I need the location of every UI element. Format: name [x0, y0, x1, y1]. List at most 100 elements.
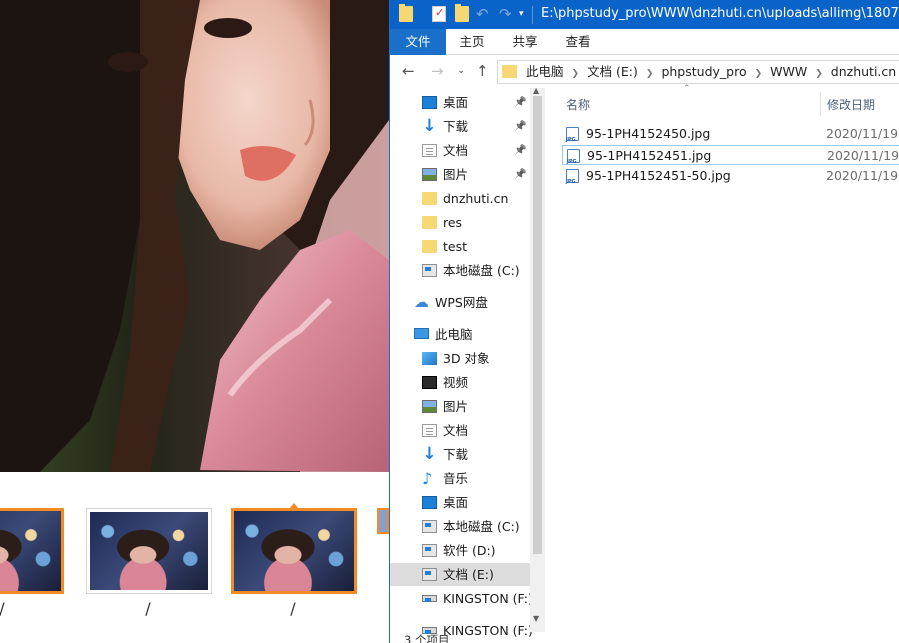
nav-item[interactable]: 此电脑	[390, 323, 530, 346]
download-icon: ↓	[422, 444, 437, 464]
chevron-right-icon[interactable]: ❯	[807, 69, 831, 79]
file-list-pane: 名称 ⌃ 修改日期 95-1PH4152450.jpg2020/11/19 19…	[545, 84, 899, 643]
nav-item[interactable]: 桌面 📌	[390, 91, 530, 114]
file-name: 95-1PH4152451-50.jpg	[586, 168, 731, 183]
window-title: E:\phpstudy_pro\WWW\dnzhuti.cn\uploads\a…	[541, 6, 899, 21]
file-name: 95-1PH4152450.jpg	[586, 126, 711, 141]
nav-item[interactable]: 文档 📌	[390, 139, 530, 162]
gallery-thumbnail[interactable]	[86, 508, 212, 594]
pin-icon[interactable]: 📌	[514, 139, 526, 162]
nav-item[interactable]: 本地磁盘 (C:)	[390, 515, 530, 538]
column-divider[interactable]	[820, 92, 821, 116]
nav-item-label: 音乐	[443, 471, 469, 486]
gallery-thumbnail-partial[interactable]	[377, 508, 389, 534]
address-path-field[interactable]: 此电脑 ❯ 文档 (E:) ❯ phpstudy_pro ❯ WWW ❯ dnzhuti.cn	[497, 60, 899, 84]
jpg-file-icon	[566, 127, 579, 150]
document-icon	[422, 424, 437, 437]
folder-icon	[422, 240, 437, 253]
breadcrumb-item[interactable]: phpstudy_pro	[661, 64, 746, 79]
picture-icon	[422, 400, 437, 413]
pin-icon[interactable]: 📌	[514, 163, 526, 186]
up-arrow-icon[interactable]: ↑	[476, 62, 489, 80]
gallery-thumbnail[interactable]	[0, 508, 64, 594]
jpg-file-icon	[567, 149, 580, 172]
breadcrumb: 此电脑 ❯ 文档 (E:) ❯ phpstudy_pro ❯ WWW ❯ dnzhuti.cn	[526, 61, 896, 83]
column-header-name[interactable]: 名称	[566, 96, 590, 113]
breadcrumb-item[interactable]: WWW	[770, 64, 807, 79]
desktop-icon	[422, 496, 437, 509]
nav-item-label: 桌面	[443, 95, 469, 110]
nav-item[interactable]: 本地磁盘 (C:)	[390, 259, 530, 282]
scrollbar-thumb[interactable]	[533, 96, 542, 554]
file-row[interactable]: 95-1PH4152451.jpg 2020/11/19 1	[562, 145, 899, 172]
redo-icon[interactable]: ↷	[499, 6, 513, 22]
gallery-thumbnail-selected[interactable]	[231, 508, 357, 594]
column-header-date[interactable]: 修改日期	[827, 96, 875, 113]
drive-icon	[422, 544, 437, 557]
nav-item[interactable]: 文档 (E:)	[390, 563, 530, 586]
chevron-right-icon[interactable]: ❯	[638, 69, 662, 79]
customize-toolbar-icon[interactable]: ▾	[519, 6, 533, 22]
nav-item[interactable]: ↓ 下载	[390, 443, 530, 466]
nav-item[interactable]: test	[390, 235, 530, 258]
navigation-scrollbar[interactable]: ▲ ▼	[530, 86, 545, 632]
nav-item[interactable]: 视频	[390, 371, 530, 394]
desktop-icon	[422, 96, 437, 109]
3d-objects-icon	[422, 352, 437, 365]
title-bar[interactable]: ↶ ↷ ▾ E:\phpstudy_pro\WWW\dnzhuti.cn\upl…	[390, 0, 899, 29]
nav-item[interactable]: 图片 📌	[390, 163, 530, 186]
nav-item[interactable]: dnzhuti.cn	[390, 187, 530, 210]
scroll-up-icon[interactable]: ▲	[533, 86, 539, 95]
nav-item[interactable]: KINGSTON (F:)	[390, 587, 533, 610]
breadcrumb-item[interactable]: dnzhuti.cn	[831, 64, 896, 79]
status-bar-text: 3 个项目	[404, 633, 450, 643]
nav-item[interactable]: ↓ 下载 📌	[390, 115, 530, 138]
file-row[interactable]: 95-1PH4152450.jpg 2020/11/19 1	[562, 124, 899, 150]
pin-icon[interactable]: 📌	[514, 91, 526, 114]
document-icon	[422, 144, 437, 157]
nav-item-label: 图片	[443, 399, 469, 414]
forward-arrow-icon[interactable]: →	[431, 62, 444, 80]
tab-home[interactable]: 主页	[450, 29, 494, 55]
nav-item-label: KINGSTON (F:)	[443, 623, 533, 638]
nav-item-label: 桌面	[443, 495, 469, 510]
nav-item[interactable]: 3D 对象	[390, 347, 530, 370]
pin-icon[interactable]: 📌	[514, 115, 526, 138]
tab-file[interactable]: 文件	[390, 29, 446, 55]
new-folder-icon[interactable]	[455, 4, 469, 22]
nav-item-label: 视频	[443, 375, 469, 390]
nav-item-label: 图片	[443, 167, 469, 182]
thumbnail-caption: /	[290, 599, 296, 618]
file-row[interactable]: 95-1PH4152451-50.jpg 2020/11/19 1	[562, 166, 899, 192]
nav-item[interactable]: 软件 (D:)	[390, 539, 530, 562]
nav-item-label: test	[443, 239, 468, 254]
breadcrumb-item[interactable]: 此电脑	[526, 64, 564, 79]
nav-item-label: 文档 (E:)	[443, 567, 494, 582]
portrait-illustration	[0, 0, 389, 472]
breadcrumb-item[interactable]: 文档 (E:)	[587, 64, 638, 79]
nav-item[interactable]: 图片	[390, 395, 530, 418]
file-modified-date: 2020/11/19 1	[826, 126, 899, 141]
nav-item[interactable]: res	[390, 211, 530, 234]
video-icon	[422, 376, 437, 389]
nav-item[interactable]: ☁ WPS网盘	[390, 291, 530, 314]
chevron-right-icon[interactable]: ❯	[747, 69, 771, 79]
back-arrow-icon[interactable]: ←	[402, 62, 415, 80]
recent-locations-chevron-icon[interactable]: ⌄	[457, 62, 465, 80]
tab-view[interactable]: 查看	[556, 29, 600, 55]
nav-item-label: dnzhuti.cn	[443, 191, 509, 206]
music-icon: ♪	[422, 469, 433, 488]
properties-icon[interactable]	[432, 6, 446, 22]
nav-item[interactable]: ♪ 音乐	[390, 467, 530, 490]
nav-item-label: 下载	[443, 119, 469, 134]
nav-item[interactable]: 文档	[390, 419, 530, 442]
undo-icon[interactable]: ↶	[476, 6, 490, 22]
drive-icon	[422, 568, 437, 581]
nav-item[interactable]: 桌面	[390, 491, 530, 514]
folder-icon	[422, 192, 437, 205]
chevron-right-icon[interactable]: ❯	[564, 69, 588, 79]
file-name: 95-1PH4152451.jpg	[587, 148, 712, 163]
scroll-down-icon[interactable]: ▼	[533, 614, 539, 623]
nav-item-label: 3D 对象	[443, 351, 490, 366]
tab-share[interactable]: 共享	[503, 29, 547, 55]
